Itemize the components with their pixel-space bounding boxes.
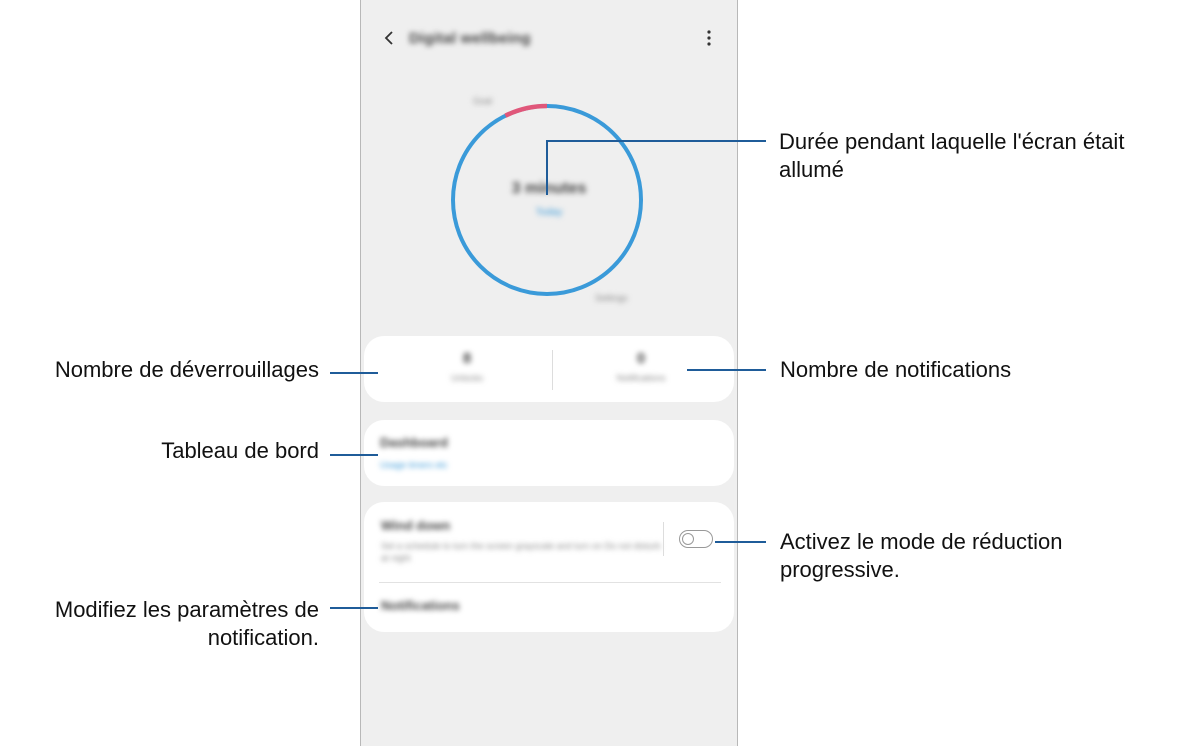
callout-line-notif-settings: [330, 607, 378, 609]
notifications-stat[interactable]: 0 Notifications: [556, 350, 726, 383]
unlocks-label: Unlocks: [450, 373, 483, 383]
screen-time-value: 3 minutes: [511, 180, 587, 197]
callout-line-notifications: [687, 369, 766, 371]
wind-down-toggle[interactable]: [679, 530, 713, 548]
callout-notif-settings-line2: notification.: [207, 625, 319, 650]
stats-divider: [552, 350, 553, 390]
callout-line-screen-time-h: [546, 140, 766, 142]
app-bar: Digital wellbeing: [361, 0, 737, 78]
app-title: Digital wellbeing: [409, 30, 531, 47]
goal-label: Goal: [473, 96, 493, 106]
toggle-divider: [663, 522, 664, 556]
dashboard-card[interactable]: Dashboard Usage timers etc: [364, 420, 734, 486]
callout-notif-settings-line1: Modifiez les paramètres de: [54, 597, 319, 622]
notifications-setting[interactable]: Notifications: [381, 598, 460, 613]
screen-time-day: Today: [535, 207, 563, 218]
wind-down-description: Set a schedule to turn the screen graysc…: [381, 541, 661, 563]
wind-down-title[interactable]: Wind down: [381, 518, 450, 533]
back-arrow-icon[interactable]: [379, 28, 399, 48]
screen-time-ring[interactable]: [361, 80, 737, 320]
callout-wind-down-line1: Activez le mode de réduction: [780, 529, 1063, 554]
more-options-icon[interactable]: [699, 28, 719, 48]
callout-unlocks: Nombre de déverrouillages: [54, 357, 319, 382]
settings-label: Settings: [595, 293, 628, 303]
phone-screen: Digital wellbeing Goal 3 minutes Today S…: [360, 0, 738, 746]
stats-card: 8 Unlocks 0 Notifications: [364, 336, 734, 402]
callout-line-unlocks: [330, 372, 378, 374]
callout-line-screen-time-v: [546, 141, 548, 195]
unlocks-count: 8: [462, 350, 472, 367]
callout-dashboard: Tableau de bord: [161, 438, 319, 463]
dashboard-link: Usage timers etc: [380, 460, 448, 470]
callout-notif-settings: Modifiez les paramètres de notification.: [55, 596, 319, 652]
callout-line-dashboard: [330, 454, 378, 456]
toggle-knob: [682, 532, 694, 545]
notifications-count: 0: [636, 350, 646, 367]
dashboard-title: Dashboard: [380, 435, 448, 450]
callout-screen-time: Durée pendant laquelle l'écran était all…: [779, 128, 1124, 184]
callout-screen-time-line1: Durée pendant laquelle l'écran était: [779, 129, 1125, 154]
callout-notifications: Nombre de notifications: [780, 357, 1012, 382]
callout-wind-down-line2: progressive.: [780, 557, 900, 582]
unlocks-stat[interactable]: 8 Unlocks: [382, 350, 552, 383]
callout-wind-down: Activez le mode de réduction progressive…: [780, 528, 1063, 584]
callout-line-wind-down: [715, 541, 766, 543]
callout-screen-time-line2: allumé: [779, 157, 844, 182]
notifications-label: Notifications: [616, 373, 666, 383]
settings-divider: [379, 582, 721, 583]
